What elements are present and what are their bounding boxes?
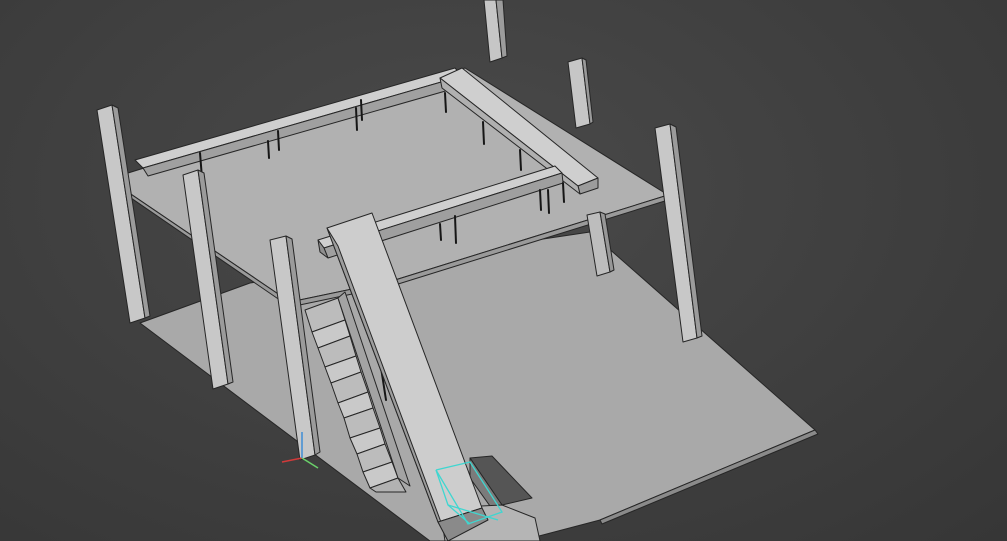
3d-viewport[interactable] [0,0,1007,541]
axis-y-icon [301,457,319,469]
column-back-right[interactable] [567,57,594,129]
axis-x-icon [281,457,303,463]
column-left-back[interactable] [96,104,151,324]
column-back-top[interactable] [483,0,508,63]
scene-canvas[interactable] [0,0,1007,541]
